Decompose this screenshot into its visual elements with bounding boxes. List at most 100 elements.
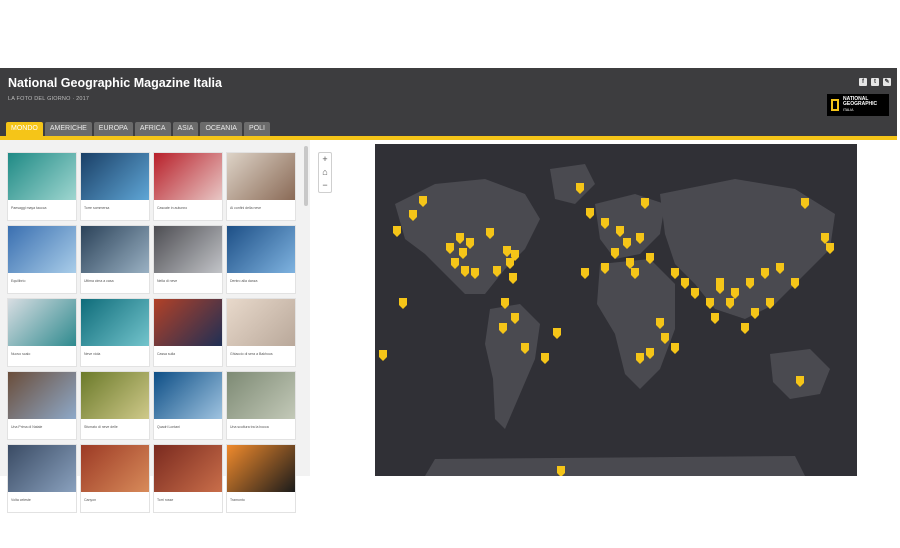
photo-card[interactable]: Paesaggi maya taucca xyxy=(7,152,77,221)
photo-thumbnail[interactable] xyxy=(81,445,149,492)
photo-marker-icon[interactable] xyxy=(826,243,834,254)
photo-caption: Nella di neve xyxy=(157,279,178,283)
photo-caption: Dentro alla danza xyxy=(230,279,258,283)
australia xyxy=(770,349,830,399)
logo-text: NATIONAL GEOGRAPHIC xyxy=(843,95,878,108)
photo-marker-icon[interactable] xyxy=(791,278,799,289)
national-geographic-logo[interactable]: NATIONAL GEOGRAPHIC ITALIA xyxy=(827,94,889,116)
photo-card[interactable]: Dentro alla danza xyxy=(226,225,296,294)
map-zoom-controls: + ⌂ − xyxy=(318,152,332,193)
photo-thumbnail[interactable] xyxy=(154,445,222,492)
photo-card[interactable]: Ultima cima a casa xyxy=(80,225,150,294)
tab-europa[interactable]: EUROPA xyxy=(93,122,133,136)
photo-card[interactable]: Cascate in autunno xyxy=(153,152,223,221)
photo-caption: Cascate in autunno xyxy=(157,206,188,210)
photo-thumbnail[interactable] xyxy=(8,372,76,419)
photo-thumbnail[interactable] xyxy=(227,299,295,346)
facebook-icon[interactable]: f xyxy=(859,78,867,86)
tab-mondo[interactable]: MONDO xyxy=(6,122,43,136)
gallery-scrollbar[interactable] xyxy=(304,146,308,206)
photo-thumbnail[interactable] xyxy=(81,153,149,200)
photo-thumbnail[interactable] xyxy=(8,226,76,273)
photo-marker-icon[interactable] xyxy=(706,298,714,309)
photo-thumbnail[interactable] xyxy=(81,226,149,273)
photo-card[interactable]: Equilibrio xyxy=(7,225,77,294)
page-title: National Geographic Magazine Italia xyxy=(8,76,222,90)
photo-caption: Torri rosse xyxy=(157,498,174,502)
south-america xyxy=(485,304,540,429)
tab-asia[interactable]: ASIA xyxy=(172,122,199,136)
photo-marker-icon[interactable] xyxy=(691,288,699,299)
photo-marker-icon[interactable] xyxy=(399,298,407,309)
photo-marker-icon[interactable] xyxy=(393,226,401,237)
tab-africa[interactable]: AFRICA xyxy=(134,122,171,136)
photo-marker-icon[interactable] xyxy=(741,323,749,334)
photo-card[interactable]: Sfumato di neve delle xyxy=(80,371,150,440)
photo-marker-icon[interactable] xyxy=(379,350,387,361)
zoom-in-button[interactable]: + xyxy=(319,153,331,166)
photo-card[interactable]: Cassa sulla xyxy=(153,298,223,367)
photo-caption: Ghiaccio di sera a Bakhous xyxy=(230,352,273,356)
world-map-svg xyxy=(379,164,835,476)
photo-card[interactable]: Una Prima di Natale xyxy=(7,371,77,440)
page-subtitle: LA FOTO DEL GIORNO · 2017 xyxy=(8,96,90,102)
photo-card[interactable]: Una scultura tra la bocca xyxy=(226,371,296,440)
photo-thumbnail[interactable] xyxy=(8,153,76,200)
photo-thumbnail[interactable] xyxy=(227,226,295,273)
tab-poli[interactable]: POLI xyxy=(243,122,270,136)
photo-card[interactable]: Neve viola xyxy=(80,298,150,367)
photo-thumbnail[interactable] xyxy=(227,153,295,200)
photo-thumbnail[interactable] xyxy=(8,445,76,492)
photo-marker-icon[interactable] xyxy=(509,273,517,284)
photo-thumbnail[interactable] xyxy=(154,372,222,419)
photo-thumbnail[interactable] xyxy=(154,299,222,346)
photo-marker-icon[interactable] xyxy=(553,328,561,339)
photo-card[interactable]: Ai confini della neve xyxy=(226,152,296,221)
zoom-out-button[interactable]: − xyxy=(319,179,331,192)
home-button[interactable]: ⌂ xyxy=(319,166,331,179)
north-america xyxy=(395,179,540,294)
photo-marker-icon[interactable] xyxy=(751,308,759,319)
photo-caption: Sfumato di neve delle xyxy=(84,425,118,429)
photo-marker-icon[interactable] xyxy=(541,353,549,364)
photo-caption: Paesaggi maya taucca xyxy=(11,206,47,210)
photo-card[interactable]: Nuovo scalo xyxy=(7,298,77,367)
photo-marker-icon[interactable] xyxy=(506,258,514,269)
photo-thumbnail[interactable] xyxy=(154,226,222,273)
photo-marker-icon[interactable] xyxy=(711,313,719,324)
photo-caption: Ai confini della neve xyxy=(230,206,262,210)
photo-card[interactable]: Canyon xyxy=(80,444,150,513)
photo-marker-icon[interactable] xyxy=(671,268,679,279)
twitter-icon[interactable]: t xyxy=(871,78,879,86)
photo-caption: Nuovo scalo xyxy=(11,352,31,356)
photo-card[interactable]: Tramonto xyxy=(226,444,296,513)
photo-caption: Tramonto xyxy=(230,498,245,502)
photo-card[interactable]: Volta celeste xyxy=(7,444,77,513)
yellow-frame-icon xyxy=(831,99,839,111)
photo-marker-icon[interactable] xyxy=(681,278,689,289)
photo-marker-icon[interactable] xyxy=(581,268,589,279)
edit-icon[interactable]: ✎ xyxy=(883,78,891,86)
photo-thumbnail[interactable] xyxy=(227,445,295,492)
photo-caption: Torre sommersa xyxy=(84,206,110,210)
header-bar: National Geographic Magazine Italia LA F… xyxy=(0,68,897,136)
photo-marker-icon[interactable] xyxy=(671,343,679,354)
photo-thumbnail[interactable] xyxy=(81,299,149,346)
photo-card[interactable]: Torre sommersa xyxy=(80,152,150,221)
photo-thumbnail[interactable] xyxy=(81,372,149,419)
greenland xyxy=(550,164,595,204)
tab-americhe[interactable]: AMERICHE xyxy=(44,122,92,136)
photo-marker-icon[interactable] xyxy=(586,208,594,219)
photo-caption: Quadri Lontani xyxy=(157,425,180,429)
photo-card[interactable]: Quadri Lontani xyxy=(153,371,223,440)
photo-thumbnail[interactable] xyxy=(8,299,76,346)
photo-card[interactable]: Torri rosse xyxy=(153,444,223,513)
photo-caption: Equilibrio xyxy=(11,279,26,283)
world-map[interactable] xyxy=(375,144,857,476)
logo-subtext: ITALIA xyxy=(843,107,854,112)
photo-card[interactable]: Ghiaccio di sera a Bakhous xyxy=(226,298,296,367)
photo-card[interactable]: Nella di neve xyxy=(153,225,223,294)
tab-oceania[interactable]: OCEANIA xyxy=(200,122,242,136)
photo-thumbnail[interactable] xyxy=(154,153,222,200)
photo-thumbnail[interactable] xyxy=(227,372,295,419)
